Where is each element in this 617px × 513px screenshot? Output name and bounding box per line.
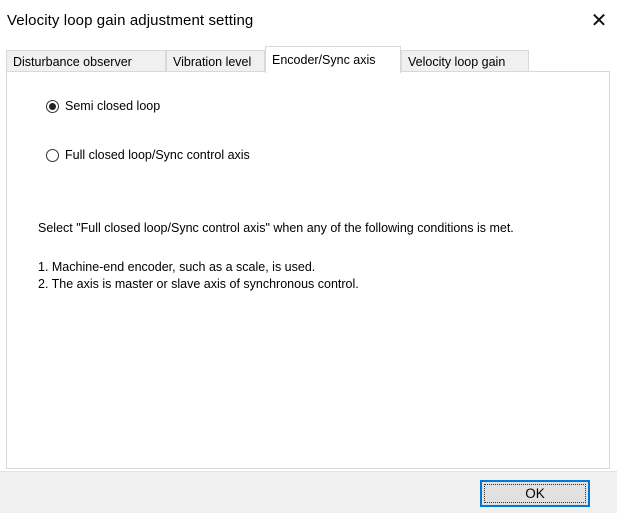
radio-unchecked-icon (46, 148, 59, 162)
semi-closed-loop-radio[interactable]: Semi closed loop (46, 99, 160, 113)
condition-1-text: 1. Machine-end encoder, such as a scale,… (38, 260, 316, 274)
button-bar: OK (0, 471, 617, 513)
full-closed-loop-radio[interactable]: Full closed loop/Sync control axis (46, 148, 250, 162)
dialog-window: Velocity loop gain adjustment setting ✕ … (0, 0, 617, 513)
radio-checked-icon (46, 99, 59, 113)
semi-closed-loop-label: Semi closed loop (65, 99, 161, 113)
window-title: Velocity loop gain adjustment setting (7, 12, 254, 29)
tab-strip: Disturbance observer Vibration level Enc… (6, 46, 610, 73)
condition-2-text: 2. The axis is master or slave axis of s… (38, 277, 359, 291)
tab-disturbance-observer[interactable]: Disturbance observer (6, 50, 166, 72)
full-closed-loop-label: Full closed loop/Sync control axis (65, 148, 250, 162)
tab-panel-encoder-sync-axis: Semi closed loop Full closed loop/Sync c… (6, 71, 610, 469)
close-icon[interactable]: ✕ (581, 6, 617, 36)
tab-vibration-level[interactable]: Vibration level (166, 50, 265, 72)
focus-indicator (484, 484, 586, 503)
tab-encoder-sync-axis[interactable]: Encoder/Sync axis (265, 46, 401, 73)
ok-button[interactable]: OK (480, 480, 590, 507)
title-bar: Velocity loop gain adjustment setting ✕ (0, 0, 617, 40)
instruction-text: Select "Full closed loop/Sync control ax… (38, 221, 514, 235)
tab-velocity-loop-gain[interactable]: Velocity loop gain (401, 50, 529, 72)
